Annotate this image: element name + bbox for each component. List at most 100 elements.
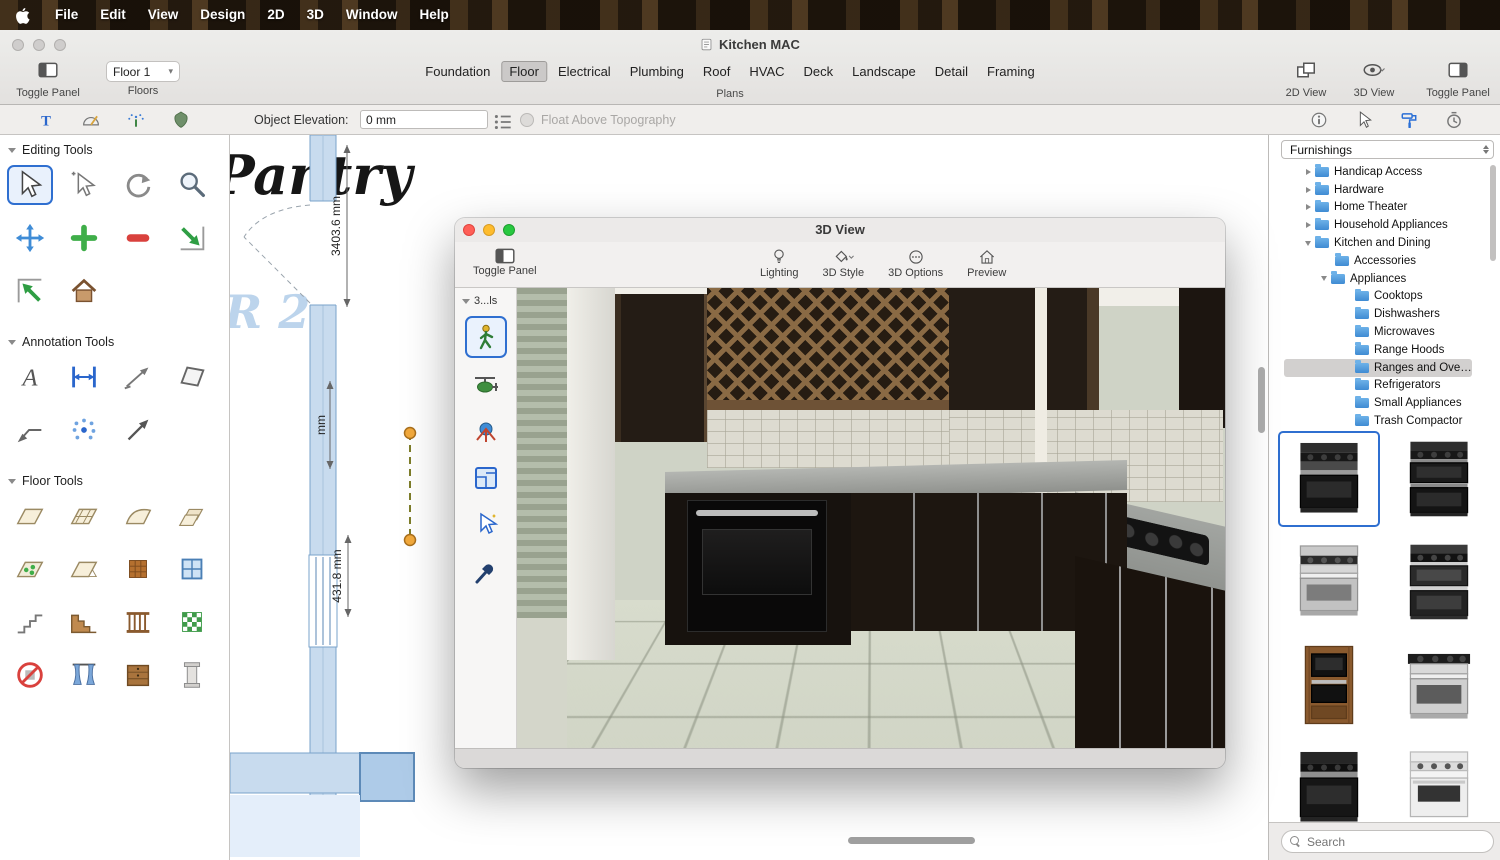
object-info-icon[interactable] <box>1308 109 1330 131</box>
3d-style-button[interactable]: 3D Style <box>823 247 865 279</box>
remove-tool[interactable] <box>115 218 161 258</box>
zoom-tool[interactable] <box>169 165 215 205</box>
polygon-annotation-tool[interactable] <box>169 357 215 397</box>
thumbnail-range-stainless-freestanding[interactable] <box>1278 534 1380 630</box>
export-tool[interactable] <box>7 271 53 311</box>
tree-scrollbar[interactable] <box>1490 165 1496 261</box>
brick-floor-tool[interactable] <box>115 549 161 589</box>
dimension-tool[interactable] <box>61 357 107 397</box>
tree-item-kitchen-and-dining[interactable]: Kitchen and Dining <box>1284 234 1472 252</box>
library-search-input[interactable] <box>1307 835 1485 849</box>
tree-item-cooktops[interactable]: Cooktops <box>1284 288 1472 306</box>
text-tool-icon[interactable]: T <box>35 109 57 131</box>
menu-window[interactable]: Window <box>335 0 409 30</box>
stairs-solid-tool[interactable] <box>61 602 107 642</box>
object-elevation-input[interactable] <box>360 110 488 129</box>
selected-cad-line[interactable] <box>405 428 416 546</box>
tree-item-appliances[interactable]: Appliances <box>1284 270 1472 288</box>
section-editing-tools[interactable]: Editing Tools <box>0 135 229 159</box>
folded-floor-tool[interactable] <box>61 549 107 589</box>
railing-tool[interactable] <box>115 602 161 642</box>
view-3d-button[interactable]: 3D View <box>1338 61 1410 99</box>
list-icon[interactable] <box>492 111 514 133</box>
tab-hvac[interactable]: HVAC <box>741 61 792 82</box>
tree-item-household-appliances[interactable]: Household Appliances <box>1284 216 1472 234</box>
import-tool[interactable] <box>169 218 215 258</box>
tab-framing[interactable]: Framing <box>979 61 1043 82</box>
bottom-walls[interactable] <box>230 753 414 857</box>
tab-foundation[interactable]: Foundation <box>417 61 498 82</box>
menu-view[interactable]: View <box>137 0 190 30</box>
tab-detail[interactable]: Detail <box>927 61 976 82</box>
stairs-tool[interactable] <box>7 602 53 642</box>
toggle-panel-right-button[interactable]: Toggle Panel <box>1422 61 1494 99</box>
tree-item-dishwashers[interactable]: Dishwashers <box>1284 305 1472 323</box>
tab-plumbing[interactable]: Plumbing <box>622 61 692 82</box>
protractor-tool-icon[interactable] <box>80 109 102 131</box>
menu-edit[interactable]: Edit <box>89 0 137 30</box>
window-floor-tool[interactable] <box>169 549 215 589</box>
tree-item-handicap-access[interactable]: Handicap Access <box>1284 163 1472 181</box>
arrow-tool[interactable] <box>115 410 161 450</box>
3d-window-titlebar[interactable]: 3D View <box>455 218 1225 242</box>
orbit-camera-tool[interactable] <box>465 410 507 452</box>
edit-handle[interactable] <box>405 428 416 439</box>
float-above-topography-checkbox[interactable] <box>520 113 534 127</box>
tree-item-accessories[interactable]: Accessories <box>1284 252 1472 270</box>
select-pointer-icon[interactable] <box>1353 109 1375 131</box>
thumbnail-range-white-freestanding[interactable] <box>1388 740 1490 823</box>
select-3d-tool[interactable] <box>465 504 507 546</box>
toggle-panel-left-button[interactable]: Toggle Panel <box>12 61 84 99</box>
move-tool[interactable] <box>7 218 53 258</box>
tree-item-refrigerators[interactable]: Refrigerators <box>1284 377 1472 395</box>
menu-file[interactable]: File <box>44 0 89 30</box>
vertical-scrollbar[interactable] <box>1258 367 1265 433</box>
3d-options-button[interactable]: 3D Options <box>888 247 943 279</box>
sprinkler-tool-icon[interactable] <box>125 109 147 131</box>
horizontal-scrollbar[interactable] <box>848 837 975 844</box>
walk-through-tool[interactable] <box>465 316 507 358</box>
delete-ornament-tool[interactable] <box>7 655 53 695</box>
tree-item-small-appliances[interactable]: Small Appliances <box>1284 394 1472 412</box>
eyedropper-tool[interactable] <box>465 551 507 593</box>
tree-item-trash-compactor[interactable]: Trash Compactor <box>1284 412 1472 430</box>
3d-render-viewport[interactable] <box>517 288 1225 748</box>
thumbnail-range-black-freestanding[interactable] <box>1278 431 1380 527</box>
thumbnail-range-stainless-slide-in[interactable] <box>1388 637 1490 733</box>
house-tool[interactable] <box>61 271 107 311</box>
plan-overview-tool[interactable] <box>465 457 507 499</box>
menu-2d[interactable]: 2D <box>256 0 295 30</box>
section-floor-tools[interactable]: Floor Tools <box>0 466 229 490</box>
floor-sheets-tool[interactable] <box>169 496 215 536</box>
minimize-button[interactable] <box>483 224 495 236</box>
edit-handle[interactable] <box>405 535 416 546</box>
add-tool[interactable] <box>61 218 107 258</box>
view-2d-button[interactable]: 2D View <box>1270 61 1342 99</box>
landscape-floor-tool[interactable] <box>7 549 53 589</box>
select-similar-tool[interactable] <box>61 165 107 205</box>
section-annotation-tools[interactable]: Annotation Tools <box>0 327 229 351</box>
apple-menu-icon[interactable] <box>16 7 30 24</box>
cabinet-tool[interactable] <box>115 655 161 695</box>
rotate-tool[interactable] <box>115 165 161 205</box>
tab-electrical[interactable]: Electrical <box>550 61 619 82</box>
callout-arrow-tool[interactable] <box>7 410 53 450</box>
curtains-tool[interactable] <box>61 655 107 695</box>
thumbnail-range-black-double-oven[interactable] <box>1388 431 1490 527</box>
tree-item-home-theater[interactable]: Home Theater <box>1284 199 1472 217</box>
tree-item-microwaves[interactable]: Microwaves <box>1284 323 1472 341</box>
column-tool[interactable] <box>169 655 215 695</box>
thumbnail-range-black-freestanding-2[interactable] <box>1278 740 1380 823</box>
menu-design[interactable]: Design <box>189 0 256 30</box>
history-clock-icon[interactable] <box>1443 109 1465 131</box>
zoom-button[interactable] <box>503 224 515 236</box>
3d-toggle-panel-button[interactable]: Toggle Panel <box>473 247 537 277</box>
shield-tool-icon[interactable] <box>170 109 192 131</box>
leader-line-tool[interactable] <box>115 357 161 397</box>
close-button[interactable] <box>463 224 475 236</box>
curved-floor-tool[interactable] <box>115 496 161 536</box>
tree-item-ranges-and-ovens[interactable]: Ranges and Ove… <box>1284 359 1472 377</box>
checkered-floor-tool[interactable] <box>169 602 215 642</box>
select-tool[interactable] <box>7 165 53 205</box>
lighting-button[interactable]: Lighting <box>760 247 799 279</box>
